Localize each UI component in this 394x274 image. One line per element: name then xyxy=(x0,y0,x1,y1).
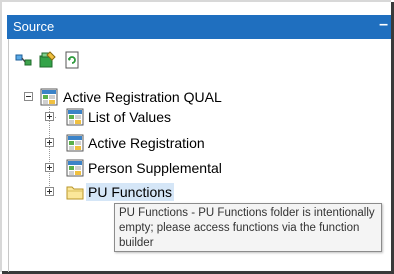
tree-root-label[interactable]: Active Registration QUAL xyxy=(61,88,224,106)
tooltip: PU Functions - PU Functions folder is in… xyxy=(114,203,382,252)
root-collapse-toggle[interactable] xyxy=(24,92,33,101)
panel-title: Source xyxy=(13,19,55,34)
tree-item-active-registration[interactable]: Active Registration xyxy=(86,134,207,152)
expand-toggle-pu-functions[interactable] xyxy=(45,187,54,196)
database-table-icon xyxy=(40,88,58,106)
table-icon xyxy=(66,159,84,177)
refresh-document-icon[interactable] xyxy=(62,50,82,70)
table-icon xyxy=(66,108,84,126)
expand-toggle-list-of-values[interactable] xyxy=(45,112,54,121)
panel-border xyxy=(8,39,9,272)
minimize-button[interactable]: – xyxy=(379,16,388,34)
tooltip-text: PU Functions - PU Functions folder is in… xyxy=(119,207,375,249)
link-items-icon[interactable] xyxy=(14,50,34,70)
expand-toggle-active-registration[interactable] xyxy=(45,138,54,147)
expand-toggle-person-supplemental[interactable] xyxy=(45,163,54,172)
new-folder-edit-icon[interactable] xyxy=(38,50,58,70)
tree-item-list-of-values[interactable]: List of Values xyxy=(86,108,173,126)
folder-icon xyxy=(66,183,84,201)
table-icon xyxy=(66,134,84,152)
tree-item-pu-functions[interactable]: PU Functions xyxy=(86,183,175,201)
tree-item-person-supplemental[interactable]: Person Supplemental xyxy=(86,159,224,177)
panel-titlebar: Source – xyxy=(7,15,391,39)
